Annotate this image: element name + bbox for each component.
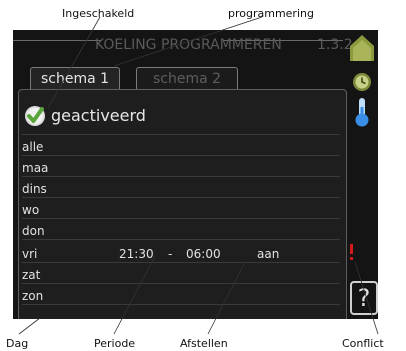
callout-leader-lines [18,16,379,335]
